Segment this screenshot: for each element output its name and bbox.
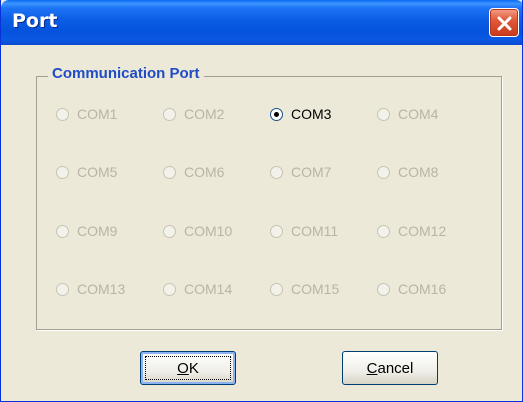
radio-label: COM11	[291, 223, 339, 239]
radio-com7[interactable]: COM7	[270, 162, 331, 182]
radio-label: COM1	[77, 106, 118, 122]
radio-circle-icon	[377, 107, 390, 121]
radio-circle-icon	[56, 224, 69, 238]
radio-com5[interactable]: COM5	[56, 162, 117, 182]
radio-circle-icon	[270, 282, 283, 296]
radio-com2[interactable]: COM2	[163, 104, 224, 124]
radio-com12[interactable]: COM12	[377, 221, 446, 241]
radio-circle-icon	[270, 224, 283, 238]
group-title: Communication Port	[48, 65, 204, 82]
radio-circle-icon	[377, 165, 390, 179]
radio-label: COM13	[77, 281, 126, 297]
radio-label: COM14	[184, 281, 233, 297]
radio-label: COM10	[184, 223, 233, 239]
radio-circle-icon	[56, 282, 69, 296]
radio-label: COM6	[184, 164, 225, 180]
cancel-button[interactable]: Cancel	[342, 351, 438, 385]
radio-com6[interactable]: COM6	[163, 162, 224, 182]
radio-circle-icon	[56, 165, 69, 179]
ok-button[interactable]: OK	[140, 351, 236, 385]
radio-label: COM7	[291, 164, 332, 180]
radio-circle-icon	[270, 107, 283, 121]
radio-com14[interactable]: COM14	[163, 279, 232, 299]
radio-circle-icon	[163, 165, 176, 179]
title-bar[interactable]: Port	[1, 0, 522, 45]
radio-circle-icon	[377, 282, 390, 296]
close-icon	[497, 16, 512, 31]
close-button[interactable]	[489, 8, 519, 37]
radio-label: COM3	[291, 106, 332, 122]
radio-circle-icon	[377, 224, 390, 238]
port-dialog: Port Communication Port COM1 COM2 COM3 C…	[0, 0, 523, 402]
radio-circle-icon	[56, 107, 69, 121]
radio-circle-icon	[163, 282, 176, 296]
focus-ring	[145, 356, 231, 380]
radio-circle-icon	[163, 107, 176, 121]
radio-label: COM9	[77, 223, 118, 239]
radio-com13[interactable]: COM13	[56, 279, 125, 299]
radio-label: COM16	[398, 281, 447, 297]
radio-com11[interactable]: COM11	[270, 221, 338, 241]
radio-label: COM2	[184, 106, 225, 122]
cancel-button-label: Cancel	[366, 359, 414, 377]
radio-circle-icon	[163, 224, 176, 238]
radio-label: COM15	[291, 281, 340, 297]
window-title: Port	[12, 10, 58, 32]
radio-com9[interactable]: COM9	[56, 221, 117, 241]
communication-port-group: Communication Port COM1 COM2 COM3 COM4 C…	[36, 65, 502, 330]
radio-label: COM8	[398, 164, 439, 180]
radio-com15[interactable]: COM15	[270, 279, 339, 299]
dialog-body: Communication Port COM1 COM2 COM3 COM4 C…	[7, 45, 516, 399]
radio-label: COM12	[398, 223, 447, 239]
radio-label: COM4	[398, 106, 439, 122]
radio-com3[interactable]: COM3	[270, 104, 331, 124]
radio-com10[interactable]: COM10	[163, 221, 232, 241]
radio-com16[interactable]: COM16	[377, 279, 446, 299]
radio-circle-icon	[270, 165, 283, 179]
radio-com4[interactable]: COM4	[377, 104, 438, 124]
radio-com8[interactable]: COM8	[377, 162, 438, 182]
radio-com1[interactable]: COM1	[56, 104, 117, 124]
radio-label: COM5	[77, 164, 118, 180]
